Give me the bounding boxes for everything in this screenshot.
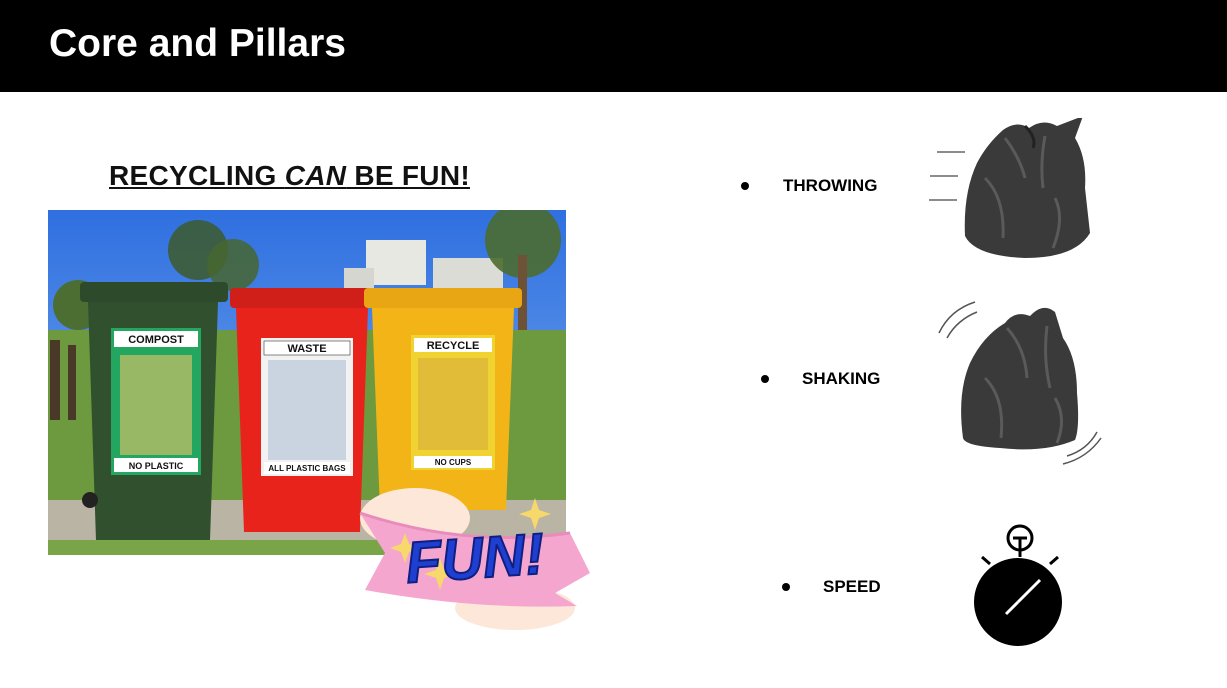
pillar-label-throwing: THROWING [783, 176, 878, 195]
subtitle-emphasis: CAN [284, 160, 347, 191]
all-plastic-bags-label: ALL PLASTIC BAGS [268, 464, 346, 473]
pillar-label-speed: SPEED [823, 577, 881, 596]
slide-title: Core and Pillars [49, 22, 346, 65]
compost-label: COMPOST [128, 334, 184, 346]
fun-sticker-text: FUN! [404, 521, 547, 596]
bullet-dot [741, 182, 749, 190]
bullet-dot [761, 375, 769, 383]
pillar-speed: SPEED [782, 577, 881, 597]
pillar-shaking: SHAKING [761, 369, 880, 389]
no-plastic-label: NO PLASTIC [129, 461, 184, 471]
bullet-dot [782, 583, 790, 591]
pillar-label-shaking: SHAKING [802, 369, 881, 388]
title-bar: Core and Pillars [0, 0, 1227, 92]
recycle-label: RECYCLE [427, 340, 480, 352]
no-cups-label: NO CUPS [435, 458, 472, 467]
fun-sticker: FUN! [359, 488, 590, 630]
pillar-throwing: THROWING [741, 176, 877, 196]
slide-subtitle: RECYCLING CAN BE FUN! [109, 160, 470, 192]
stopwatch-icon [974, 524, 1062, 646]
trash-bag-shaking-icon [938, 301, 1102, 465]
waste-label: WASTE [287, 343, 326, 355]
subtitle-text-pre: RECYCLING [109, 160, 285, 191]
subtitle-text-post: BE FUN! [346, 160, 470, 191]
trash-bag-throwing-icon [929, 118, 1090, 258]
